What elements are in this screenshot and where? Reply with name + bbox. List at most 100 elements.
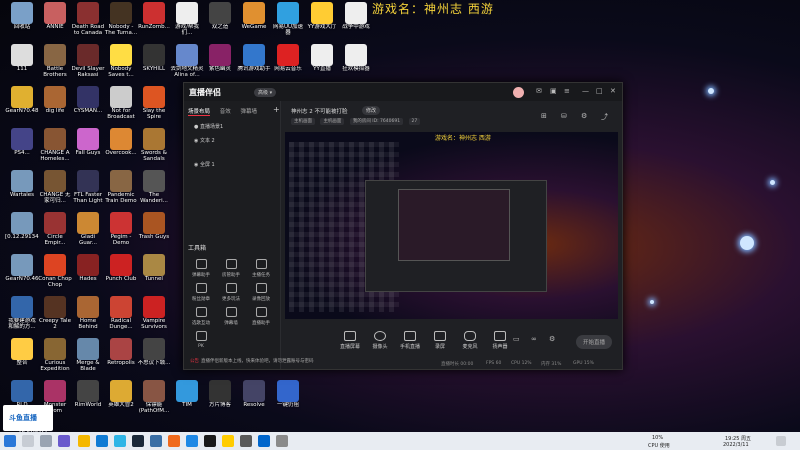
desktop-icon[interactable]: Devil Slayer Raksasi [71,44,105,85]
tool-button[interactable]: 房管助手 [216,259,246,281]
desktop-icon[interactable]: 回收站 [5,2,39,43]
desktop-icon[interactable]: Circle Empir... [38,212,72,253]
file-explorer-icon[interactable] [78,435,90,447]
desktop-icon[interactable]: 不思议下城... [137,338,171,379]
desktop-icon[interactable]: 战争中游戏 [339,2,373,43]
chip[interactable]: 主机画面 [320,118,345,125]
desktop-icon[interactable]: Vampire Survivors [137,296,171,337]
desktop-icon[interactable]: Creepy Tale 2 [38,296,72,337]
widgets-icon[interactable] [58,435,70,447]
app-icon[interactable] [204,435,216,447]
desktop-icon[interactable]: 方片博客 [203,380,237,421]
start-live-button[interactable]: 开始直播 [576,335,613,349]
message-icon[interactable]: ✉ [536,87,542,95]
menu-icon[interactable]: ≡ [564,87,570,95]
notification-icon[interactable] [776,436,786,446]
desktop-icon[interactable]: 腾讯游戏助手 [237,44,271,85]
desktop-icon[interactable]: 111 [5,44,39,85]
desktop-icon[interactable]: Pegim - Demo [104,212,138,253]
desktop-icon[interactable]: 我要建游戏 和解的方... [5,296,39,337]
gift-icon[interactable]: ▣ [550,87,557,95]
desktop-icon[interactable]: The Wanderi... [137,170,171,211]
link-icon[interactable]: ∞ [531,335,537,343]
scene-item[interactable]: ◉ 全屏 1 [194,161,215,168]
desktop-icon[interactable]: Nobody Saves t... [104,44,138,85]
desktop-icon[interactable]: [0.12.29134] [5,212,39,253]
app-icon[interactable] [168,435,180,447]
app-icon[interactable] [240,435,252,447]
desktop-icon[interactable]: Slay the Spire [137,86,171,127]
tool-button[interactable]: 弹幕助手 [186,259,216,281]
chip[interactable]: 主机画面 [291,118,315,125]
maximize-icon[interactable]: □ [596,87,603,95]
desktop-icon[interactable]: Merge & Blade [71,338,105,379]
video-icon[interactable]: ▭ [513,335,520,343]
desktop-icon[interactable]: RunZomb... [137,2,171,43]
window-titlebar[interactable]: 直播伴侣 高级 ▾ ✉ ▣ ≡ — □ ✕ [184,83,622,101]
live-companion-window[interactable]: 直播伴侣 高级 ▾ ✉ ▣ ≡ — □ ✕ 场景布局 音效 弹幕墙 + ● 直播… [183,82,623,370]
desktop-icon[interactable]: Radical Dunge... [104,296,138,337]
desktop-icon[interactable]: Not for Broadcast [104,86,138,127]
desktop-icon[interactable]: Death Road to Canada [71,2,105,43]
desktop-icon[interactable]: 网易云音乐 [271,44,305,85]
add-scene-icon[interactable]: + [273,105,280,114]
desktop-icon[interactable]: Home Behind [71,296,105,337]
desktop-icon[interactable]: Battle Brothers [38,44,72,85]
desktop-icon[interactable]: RimWorld [71,380,105,421]
desktop-icon[interactable]: 游戏/帮我们... [170,2,204,43]
app-icon[interactable] [186,435,198,447]
clock-time[interactable]: 19:25 周五 [725,435,751,442]
version-badge[interactable]: 高级 ▾ [254,88,277,97]
edge-icon[interactable] [96,435,108,447]
app-icon[interactable] [276,435,288,447]
stream-preview[interactable]: 游戏名：神州志 西游 [285,132,618,319]
scene-item[interactable]: ◉ 文本 2 [194,137,215,144]
app-icon[interactable] [114,435,126,447]
desktop-icon[interactable]: Pandemic Train Demo [104,170,138,211]
microphone-button[interactable]: 麦克风 [453,331,487,350]
desktop-icon[interactable]: 狂欢模拟器 [339,44,373,85]
clock-date[interactable]: 2022/3/11 [723,442,749,448]
share-icon[interactable]: ⤴ [601,112,608,122]
minimize-icon[interactable]: — [582,87,589,95]
tab-danmaku[interactable]: 弹幕墙 [241,109,258,115]
desktop-icon[interactable]: 网易UU加速器 [271,2,305,43]
screen-capture-button[interactable]: 直播屏幕 [333,331,367,350]
desktop-icon[interactable]: Punch Club [104,254,138,295]
avatar[interactable] [513,87,524,98]
desktop-icon[interactable]: YY直播 [305,44,339,85]
desktop-icon[interactable]: 整合 [5,338,39,379]
close-icon[interactable]: ✕ [610,87,616,95]
app-icon[interactable] [222,435,234,447]
desktop-icon[interactable]: CHANGE 无家可归... [38,170,72,211]
desktop-icon[interactable]: 双之造 [203,2,237,43]
tool-button[interactable]: 录像回放 [246,283,276,305]
desktop-icon[interactable]: Retropolis [104,338,138,379]
camera-button[interactable]: 摄像头 [363,331,397,350]
desktop-icon[interactable]: GearN70.46 [5,254,39,295]
grid-icon[interactable]: ⊞ [541,112,547,120]
app-icon[interactable] [258,435,270,447]
desktop-icon[interactable]: Hades [71,254,105,295]
tool-button[interactable]: 主播任务 [246,259,276,281]
speaker-button[interactable]: 扬声器 [483,331,517,350]
notice-bar[interactable]: 公告 直播伴侣新版本上线，快来体验吧，请勿泄露账号与密码 [190,358,314,364]
desktop-icon[interactable]: 保镖能 (PathOfM... [137,380,171,421]
desktop-icon[interactable]: YY游戏大厅 [305,2,339,43]
store-icon[interactable] [150,435,162,447]
desktop-icon[interactable]: Fall Guys [71,128,105,169]
edit-title-button[interactable]: 修改 [362,106,381,115]
desktop-icon[interactable]: GearN70.48 [5,86,39,127]
tool-button[interactable]: 更多玩法 [216,283,246,305]
settings-icon[interactable]: ⚙ [549,335,555,343]
desktop-icon[interactable]: Nobody - The Turna... [104,2,138,43]
desktop-icon[interactable]: WeGame [237,2,271,43]
record-button[interactable]: 录屏 [423,331,457,350]
tool-button[interactable]: 选歌互动 [186,307,216,329]
tool-button[interactable]: 弹幕墙 [216,307,246,329]
phone-live-button[interactable]: 手机直播 [393,331,427,350]
desktop-icon[interactable]: Overcook... [104,128,138,169]
bag-icon[interactable]: ⛁ [561,112,567,120]
tool-button[interactable]: 直播助手 [246,307,276,329]
desktop-icon[interactable]: CYSMAN... [71,86,105,127]
